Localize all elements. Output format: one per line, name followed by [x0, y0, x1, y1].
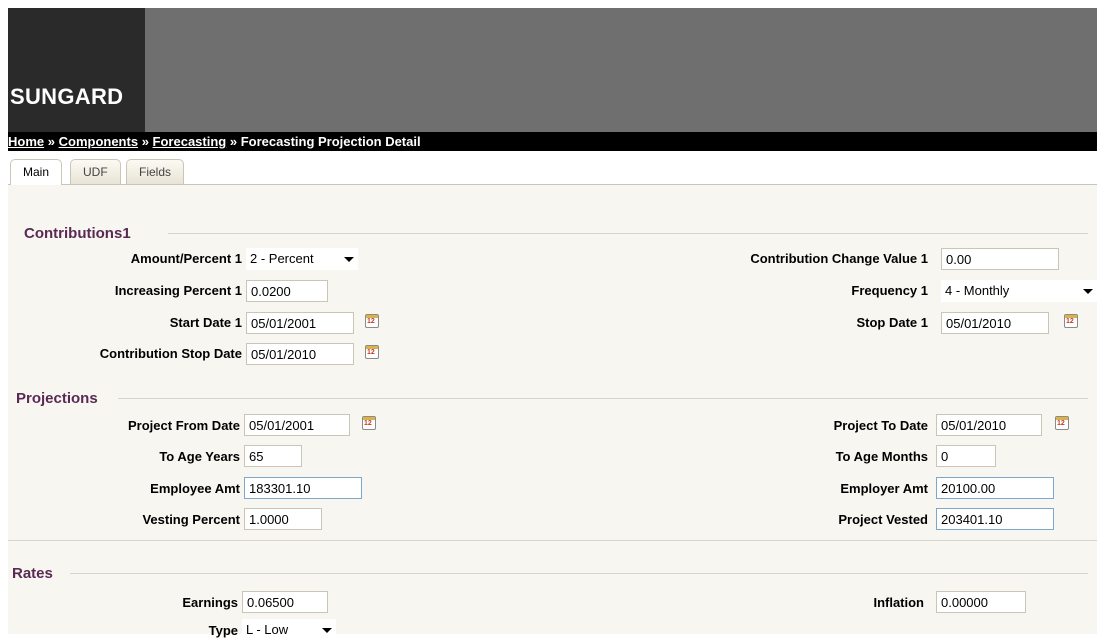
amount-percent-value: 2 - Percent [250, 251, 314, 266]
calendar-icon[interactable]: 12 [365, 345, 379, 359]
calendar-icon[interactable]: 12 [1055, 416, 1069, 430]
label-project-to-date: Project To Date [833, 418, 928, 433]
frequency-value: 4 - Monthly [945, 283, 1010, 298]
chevron-down-icon [344, 257, 354, 262]
vesting-percent-input[interactable] [244, 508, 322, 530]
breadcrumb-home[interactable]: Home [8, 134, 44, 149]
label-inflation: Inflation [873, 595, 924, 610]
to-age-months-input[interactable] [936, 445, 996, 467]
label-stop-date: Stop Date 1 [856, 315, 928, 330]
contribution-stop-date-input[interactable] [246, 343, 354, 365]
label-to-age-months: To Age Months [835, 449, 928, 464]
section-title-contributions: Contributions1 [24, 225, 131, 242]
tab-udf[interactable]: UDF [70, 159, 121, 184]
app-header: SUNGARD [8, 8, 1097, 132]
project-vested-input[interactable] [936, 508, 1054, 530]
project-from-date-input[interactable] [244, 414, 350, 436]
section-divider [118, 398, 1088, 399]
calendar-icon[interactable]: 12 [1064, 314, 1078, 328]
chevron-down-icon [1083, 289, 1093, 294]
chevron-down-icon [322, 628, 332, 633]
label-to-age-years: To Age Years [159, 449, 240, 464]
label-start-date: Start Date 1 [169, 315, 242, 330]
section-title-projections: Projections [16, 390, 98, 407]
breadcrumb-separator: » [141, 134, 149, 149]
breadcrumb-separator: » [229, 134, 238, 149]
inflation-input[interactable] [936, 591, 1026, 613]
label-project-from-date: Project From Date [128, 418, 240, 433]
to-age-years-input[interactable] [244, 445, 302, 467]
label-employee-amt: Employee Amt [150, 481, 240, 496]
section-divider [8, 540, 1097, 541]
logo-text: SUNGARD [10, 84, 124, 109]
label-employer-amt: Employer Amt [840, 481, 928, 496]
type-select[interactable]: L - Low [242, 619, 336, 641]
breadcrumb: Home » Components » Forecasting » Foreca… [8, 132, 1097, 151]
label-increasing-percent: Increasing Percent 1 [114, 283, 242, 298]
frequency-select[interactable]: 4 - Monthly [941, 280, 1097, 302]
breadcrumb-separator: » [47, 134, 55, 149]
tab-bar: Main UDF Fields [8, 152, 1097, 185]
project-to-date-input[interactable] [936, 414, 1042, 436]
label-change-value: Contribution Change Value 1 [750, 251, 928, 266]
label-vesting-percent: Vesting Percent [142, 512, 240, 527]
breadcrumb-current: Forecasting Projection Detail [240, 134, 421, 149]
logo: SUNGARD [8, 8, 145, 132]
change-value-input[interactable] [941, 248, 1059, 270]
section-divider [70, 573, 1088, 574]
stop-date-input[interactable] [941, 312, 1049, 334]
breadcrumb-forecasting[interactable]: Forecasting [153, 134, 227, 149]
section-title-rates: Rates [12, 565, 53, 582]
employer-amt-input[interactable] [936, 477, 1054, 499]
type-value: L - Low [246, 622, 289, 637]
tab-fields[interactable]: Fields [126, 159, 185, 184]
section-divider [168, 233, 1088, 234]
label-type: Type [208, 623, 238, 638]
calendar-icon[interactable]: 12 [362, 416, 376, 430]
label-contribution-stop-date: Contribution Stop Date [99, 346, 242, 361]
breadcrumb-components[interactable]: Components [59, 134, 138, 149]
label-earnings: Earnings [182, 595, 238, 610]
employee-amt-input[interactable] [244, 477, 362, 499]
increasing-percent-input[interactable] [246, 280, 328, 302]
label-amount-percent: Amount/Percent 1 [130, 251, 242, 266]
earnings-input[interactable] [242, 591, 328, 613]
amount-percent-select[interactable]: 2 - Percent [246, 248, 358, 270]
calendar-icon[interactable]: 12 [365, 314, 379, 328]
tab-main[interactable]: Main [10, 159, 63, 185]
label-project-vested: Project Vested [838, 512, 928, 527]
main-content: Contributions1 Amount/Percent 1 2 - Perc… [8, 185, 1097, 641]
label-frequency: Frequency 1 [851, 283, 928, 298]
start-date-input[interactable] [246, 312, 354, 334]
